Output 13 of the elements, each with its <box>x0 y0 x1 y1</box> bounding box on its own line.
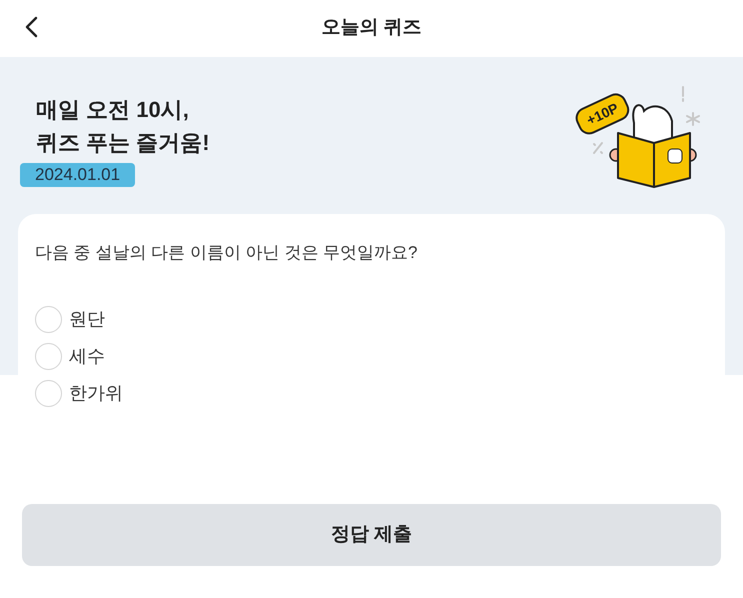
headline: 매일 오전 10시, 퀴즈 푸는 즐거움! <box>36 96 210 157</box>
radio-button[interactable] <box>35 380 62 407</box>
screen-title: 오늘의 퀴즈 <box>321 16 422 40</box>
radio-button[interactable] <box>35 306 62 333</box>
radio-button[interactable] <box>35 343 62 370</box>
back-icon[interactable] <box>24 16 38 38</box>
option-label[interactable]: 한가위 <box>69 380 123 407</box>
question-text: 다음 중 설날의 다른 이름이 아닌 것은 무엇일까요? <box>35 242 419 264</box>
option-label[interactable]: 세수 <box>69 343 105 370</box>
submit-button[interactable]: 정답 제출 <box>22 504 721 566</box>
date-highlight: 2024.01.01 <box>20 163 136 187</box>
option-label[interactable]: 원단 <box>69 306 105 333</box>
reading-rabbit-drawing: +10P <box>572 83 707 193</box>
